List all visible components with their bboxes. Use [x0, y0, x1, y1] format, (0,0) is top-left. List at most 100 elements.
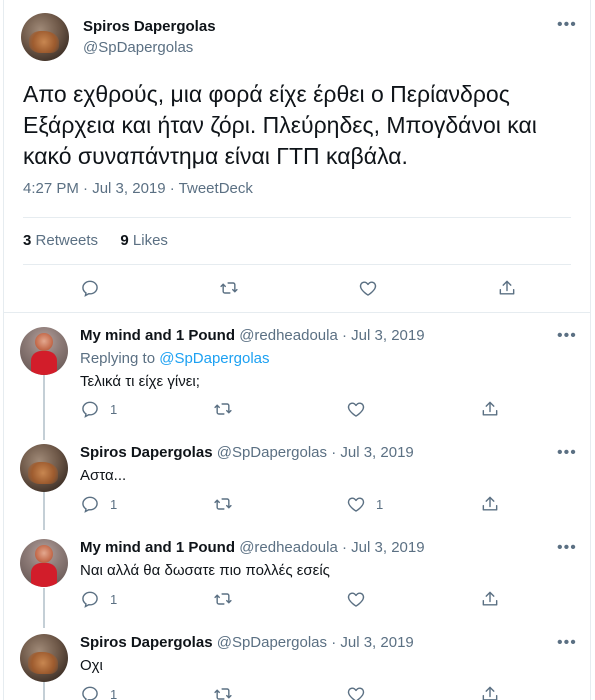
reply-button[interactable]: [80, 278, 100, 298]
author-name[interactable]: My mind and 1 Pound: [80, 327, 235, 344]
retweets-count: 3: [23, 232, 32, 249]
author-name[interactable]: My mind and 1 Pound: [80, 539, 235, 556]
heart-icon: [347, 497, 365, 512]
main-action-bar: [4, 278, 590, 306]
author-handle[interactable]: @SpDapergolas: [217, 444, 327, 461]
heart-icon: [347, 592, 365, 607]
reply-text: Αστα...: [80, 467, 127, 484]
reply-icon: [82, 591, 98, 608]
reply-count: 1: [110, 686, 118, 700]
author-handle[interactable]: @SpDapergolas: [83, 39, 193, 56]
separator: ·: [78, 180, 93, 197]
reply-header: Spiros Dapergolas @SpDapergolas · Jul 3,…: [80, 444, 414, 461]
share-button[interactable]: [480, 399, 500, 419]
avatar[interactable]: [20, 539, 68, 587]
reply-date[interactable]: Jul 3, 2019: [351, 539, 424, 556]
separator: ·: [331, 444, 341, 461]
retweet-button[interactable]: [219, 278, 239, 298]
retweet-button[interactable]: [213, 494, 233, 514]
reply-count: 1: [110, 496, 118, 512]
heart-icon: [347, 402, 365, 417]
tweet-thread: Spiros Dapergolas @SpDapergolas ••• Απο …: [3, 0, 591, 700]
reply-header: My mind and 1 Pound @redheadoula · Jul 3…: [80, 539, 425, 556]
share-icon: [482, 591, 498, 606]
retweets-stat[interactable]: 3 Retweets: [23, 232, 98, 249]
reply-button[interactable]: 1: [80, 494, 117, 514]
retweets-label: Retweets: [35, 232, 99, 249]
retweet-button[interactable]: [213, 684, 233, 700]
divider: [4, 312, 590, 313]
reply-button[interactable]: 1: [80, 589, 117, 609]
reply-count: 1: [110, 401, 118, 417]
tweet-meta: 4:27 PM · Jul 3, 2019 · TweetDeck: [23, 180, 253, 197]
likes-count: 9: [120, 232, 129, 249]
tweet-time[interactable]: 4:27 PM: [23, 180, 79, 197]
share-button[interactable]: [480, 589, 500, 609]
share-icon: [482, 401, 498, 416]
share-button[interactable]: [480, 494, 500, 514]
reply-date[interactable]: Jul 3, 2019: [351, 327, 424, 344]
heart-icon: [347, 687, 365, 700]
share-icon: [482, 496, 498, 511]
reply-text: Ναι αλλά θα δωσατε πιο πολλές εσείς: [80, 562, 330, 579]
retweet-button[interactable]: [213, 399, 233, 419]
reply-header: My mind and 1 Pound @redheadoula · Jul 3…: [80, 327, 425, 344]
separator: ·: [342, 327, 352, 344]
more-icon[interactable]: •••: [557, 539, 577, 557]
retweet-icon: [214, 593, 232, 605]
avatar[interactable]: [20, 634, 68, 682]
retweet-button[interactable]: [213, 589, 233, 609]
reply-action-bar: 1: [4, 684, 590, 700]
reply-button[interactable]: 1: [80, 399, 117, 419]
share-icon: [499, 280, 515, 295]
retweet-icon: [220, 282, 238, 294]
avatar[interactable]: [20, 327, 68, 375]
share-button[interactable]: [480, 684, 500, 700]
author-name[interactable]: Spiros Dapergolas: [83, 18, 216, 35]
replying-to-link[interactable]: @SpDapergolas: [159, 350, 269, 367]
replying-to-label: Replying to: [80, 350, 156, 367]
reply-text: Οχι: [80, 657, 103, 674]
reply-header: Spiros Dapergolas @SpDapergolas · Jul 3,…: [80, 634, 414, 651]
like-button[interactable]: 1: [346, 494, 383, 514]
tweet-date[interactable]: Jul 3, 2019: [92, 180, 165, 197]
reply-icon: [82, 496, 98, 513]
like-button[interactable]: [346, 399, 366, 419]
more-icon[interactable]: •••: [557, 444, 577, 462]
reply-button[interactable]: 1: [80, 684, 117, 700]
reply-icon: [82, 401, 98, 418]
author-name[interactable]: Spiros Dapergolas: [80, 444, 213, 461]
author-handle[interactable]: @SpDapergolas: [217, 634, 327, 651]
replying-to: Replying to @SpDapergolas: [80, 350, 270, 367]
tweet-source[interactable]: TweetDeck: [179, 180, 253, 197]
like-button[interactable]: [346, 684, 366, 700]
avatar[interactable]: [20, 444, 68, 492]
reply-action-bar: 1: [4, 399, 590, 427]
share-icon: [482, 686, 498, 700]
more-icon[interactable]: •••: [557, 634, 577, 652]
divider: [23, 264, 571, 265]
likes-stat[interactable]: 9 Likes: [120, 232, 168, 249]
like-button[interactable]: [358, 278, 378, 298]
retweet-icon: [214, 403, 232, 415]
like-count: 1: [376, 496, 384, 512]
retweet-icon: [214, 688, 232, 700]
avatar[interactable]: [21, 13, 69, 61]
separator: ·: [331, 634, 341, 651]
author-handle[interactable]: @redheadoula: [239, 327, 338, 344]
author-handle[interactable]: @redheadoula: [239, 539, 338, 556]
more-icon[interactable]: •••: [557, 327, 577, 345]
reply-action-bar: 1 1: [4, 494, 590, 522]
reply-count: 1: [110, 591, 118, 607]
share-button[interactable]: [497, 278, 517, 298]
likes-label: Likes: [132, 232, 168, 249]
retweet-icon: [214, 498, 232, 510]
reply-icon: [82, 280, 98, 297]
more-icon[interactable]: •••: [557, 16, 577, 34]
reply-action-bar: 1: [4, 589, 590, 617]
like-button[interactable]: [346, 589, 366, 609]
author-name[interactable]: Spiros Dapergolas: [80, 634, 213, 651]
reply-date[interactable]: Jul 3, 2019: [340, 444, 413, 461]
reply-date[interactable]: Jul 3, 2019: [340, 634, 413, 651]
separator: ·: [342, 539, 352, 556]
